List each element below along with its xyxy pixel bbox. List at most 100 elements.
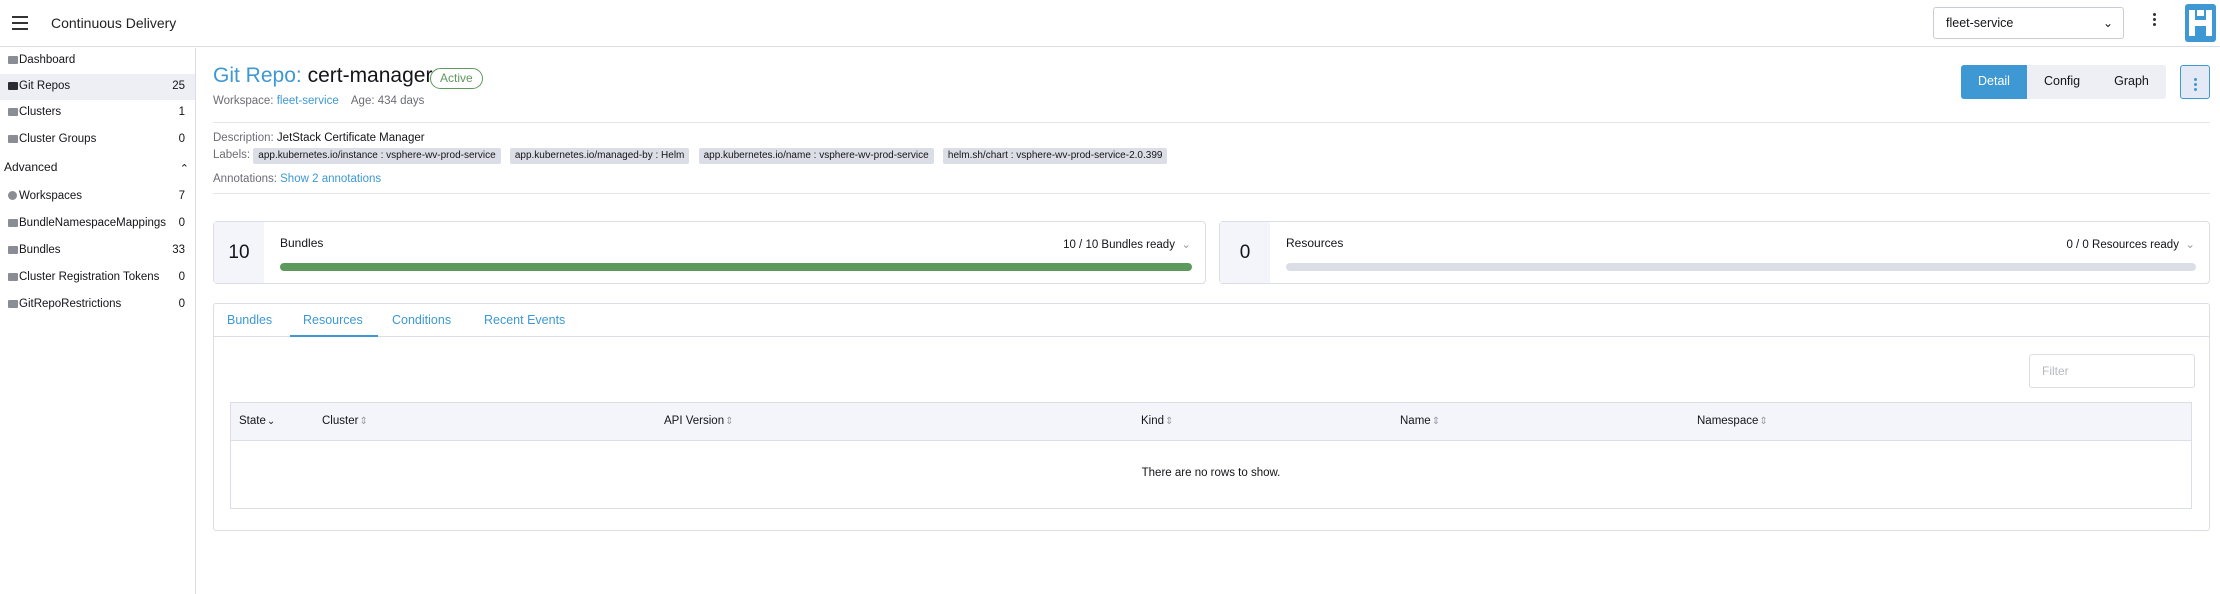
tab-bundles[interactable]: Bundles	[227, 313, 272, 327]
sidebar-item-count: 0	[178, 133, 185, 145]
column-header-state[interactable]: State⌄	[239, 415, 275, 427]
age-label: Age:	[350, 95, 375, 107]
sort-icon: ⇕	[725, 416, 734, 427]
label-tag: helm.sh/chart : vsphere-wv-prod-service-…	[942, 148, 1168, 164]
workspace-icon	[8, 191, 17, 200]
column-header-kind[interactable]: Kind⇕	[1141, 415, 1173, 427]
sidebar-item-bundle-namespace-mappings[interactable]: BundleNamespaceMappings 0	[0, 211, 195, 237]
page-title: Git Repo: cert-manager	[213, 64, 432, 88]
bundles-ready-dropdown[interactable]: 10 / 10 Bundles ready ⌄	[1063, 237, 1191, 251]
sidebar-item-count: 33	[172, 244, 185, 256]
column-header-api-version[interactable]: API Version⇕	[664, 415, 733, 427]
menu-icon[interactable]	[12, 16, 28, 30]
logo-icon	[2189, 10, 2212, 36]
column-header-namespace[interactable]: Namespace⇕	[1697, 415, 1768, 427]
folder-icon	[8, 300, 18, 308]
status-badge: Active	[430, 68, 483, 89]
sidebar-item-label: Git Repos	[19, 80, 71, 92]
show-annotations-link[interactable]: Show 2 annotations	[280, 173, 381, 185]
sidebar-item-label: Cluster Registration Tokens	[19, 271, 160, 283]
sidebar-item-label: Workspaces	[19, 190, 83, 202]
bundles-card-title: Bundles	[280, 236, 324, 250]
top-bar: Continuous Delivery fleet-service ⌄	[0, 0, 2220, 47]
description-value: JetStack Certificate Manager	[276, 132, 425, 144]
labels-label: Labels:	[213, 149, 251, 161]
age-value: 434 days	[377, 95, 425, 107]
folder-icon	[8, 246, 18, 254]
sidebar-item-label: Bundles	[19, 244, 61, 256]
page-meta: Workspace: fleet-service Age: 434 days	[213, 95, 424, 107]
sidebar-item-count: 7	[178, 190, 185, 202]
resources-card-title: Resources	[1286, 236, 1344, 250]
resources-progress-bar	[1286, 263, 2196, 271]
sidebar-item-label: Cluster Groups	[19, 133, 97, 145]
sort-icon: ⇕	[359, 416, 368, 427]
label-tag: app.kubernetes.io/name : vsphere-wv-prod…	[698, 148, 934, 164]
sidebar-item-count: 25	[172, 80, 185, 92]
description-label: Description:	[213, 132, 274, 144]
workspace-label: Workspace:	[213, 95, 274, 107]
sidebar-item-cluster-groups[interactable]: Cluster Groups 0	[0, 127, 195, 153]
folder-icon	[8, 273, 18, 281]
resources-table: State⌄ Cluster⇕ API Version⇕ Kind⇕ Name⇕…	[230, 402, 2192, 509]
config-button[interactable]: Config	[2026, 65, 2098, 99]
tab-conditions[interactable]: Conditions	[392, 313, 451, 327]
labels-row: Labels: app.kubernetes.io/instance : vsp…	[213, 148, 1173, 164]
resources-count: 0	[1220, 222, 1270, 283]
column-label: API Version	[664, 415, 725, 427]
workspace-link[interactable]: fleet-service	[277, 95, 339, 107]
bundles-progress-bar	[280, 263, 1192, 271]
chevron-down-icon: ⌄	[2182, 239, 2195, 251]
annotations-label: Annotations:	[213, 173, 277, 185]
resource-name: cert-manager	[307, 64, 433, 87]
filter-input[interactable]: Filter	[2029, 354, 2195, 388]
product-logo[interactable]	[2185, 4, 2216, 42]
sidebar-item-dashboard[interactable]: Dashboard	[0, 48, 195, 74]
divider	[213, 193, 2210, 194]
sidebar-group-advanced[interactable]: Advanced ⌃	[4, 160, 191, 182]
tab-resources[interactable]: Resources	[303, 313, 363, 327]
resources-card: 0 Resources 0 / 0 Resources ready ⌄	[1219, 221, 2210, 284]
chevron-down-icon: ⌄	[2102, 16, 2113, 30]
chevron-down-icon: ⌄	[1178, 239, 1191, 251]
folder-icon	[8, 135, 18, 143]
workspace-select-value: fleet-service	[1946, 16, 2014, 30]
column-label: Name	[1400, 415, 1431, 427]
divider	[213, 122, 2210, 123]
sidebar-item-gitrepo-restrictions[interactable]: GitRepoRestrictions 0	[0, 292, 195, 318]
sidebar-item-count: 0	[178, 217, 185, 229]
folder-icon	[8, 82, 18, 90]
tab-panel: Bundles Resources Conditions Recent Even…	[213, 303, 2210, 531]
description-row: Description: JetStack Certificate Manage…	[213, 132, 425, 144]
chevron-up-icon: ⌃	[179, 163, 189, 175]
folder-icon	[8, 56, 18, 64]
tab-recent-events[interactable]: Recent Events	[484, 313, 565, 327]
sort-icon: ⇕	[1759, 416, 1768, 427]
sidebar-item-git-repos[interactable]: Git Repos 25	[0, 74, 195, 100]
actions-menu-icon[interactable]	[2180, 65, 2210, 99]
resources-ready-dropdown[interactable]: 0 / 0 Resources ready ⌄	[2066, 237, 2195, 251]
bundles-progress-fill	[280, 263, 1192, 271]
sidebar: Dashboard Git Repos 25 Clusters 1 Cluste…	[0, 48, 196, 594]
folder-icon	[8, 108, 18, 116]
sidebar-item-workspaces[interactable]: Workspaces 7	[0, 184, 195, 210]
graph-button[interactable]: Graph	[2097, 65, 2166, 99]
sort-desc-icon: ⌄	[266, 416, 276, 427]
active-tab-indicator	[290, 335, 378, 337]
sidebar-item-cluster-registration-tokens[interactable]: Cluster Registration Tokens 0	[0, 265, 195, 291]
sidebar-item-clusters[interactable]: Clusters 1	[0, 100, 195, 126]
resource-type-link[interactable]: Git Repo:	[213, 64, 302, 87]
bundles-ready-text: 10 / 10 Bundles ready	[1063, 239, 1175, 251]
more-options-icon[interactable]	[2148, 11, 2160, 35]
column-header-cluster[interactable]: Cluster⇕	[322, 415, 368, 427]
column-header-name[interactable]: Name⇕	[1400, 415, 1440, 427]
sidebar-item-count: 0	[178, 271, 185, 283]
sidebar-item-label: Clusters	[19, 106, 62, 118]
detail-button[interactable]: Detail	[1961, 65, 2027, 99]
label-tag: app.kubernetes.io/managed-by : Helm	[509, 148, 690, 164]
sidebar-item-bundles[interactable]: Bundles 33	[0, 238, 195, 264]
workspace-select[interactable]: fleet-service ⌄	[1933, 7, 2124, 39]
sidebar-item-label: GitRepoRestrictions	[19, 298, 122, 310]
view-mode-toggle: Detail Config Graph	[1961, 65, 2166, 99]
sidebar-item-label: Dashboard	[19, 54, 76, 66]
